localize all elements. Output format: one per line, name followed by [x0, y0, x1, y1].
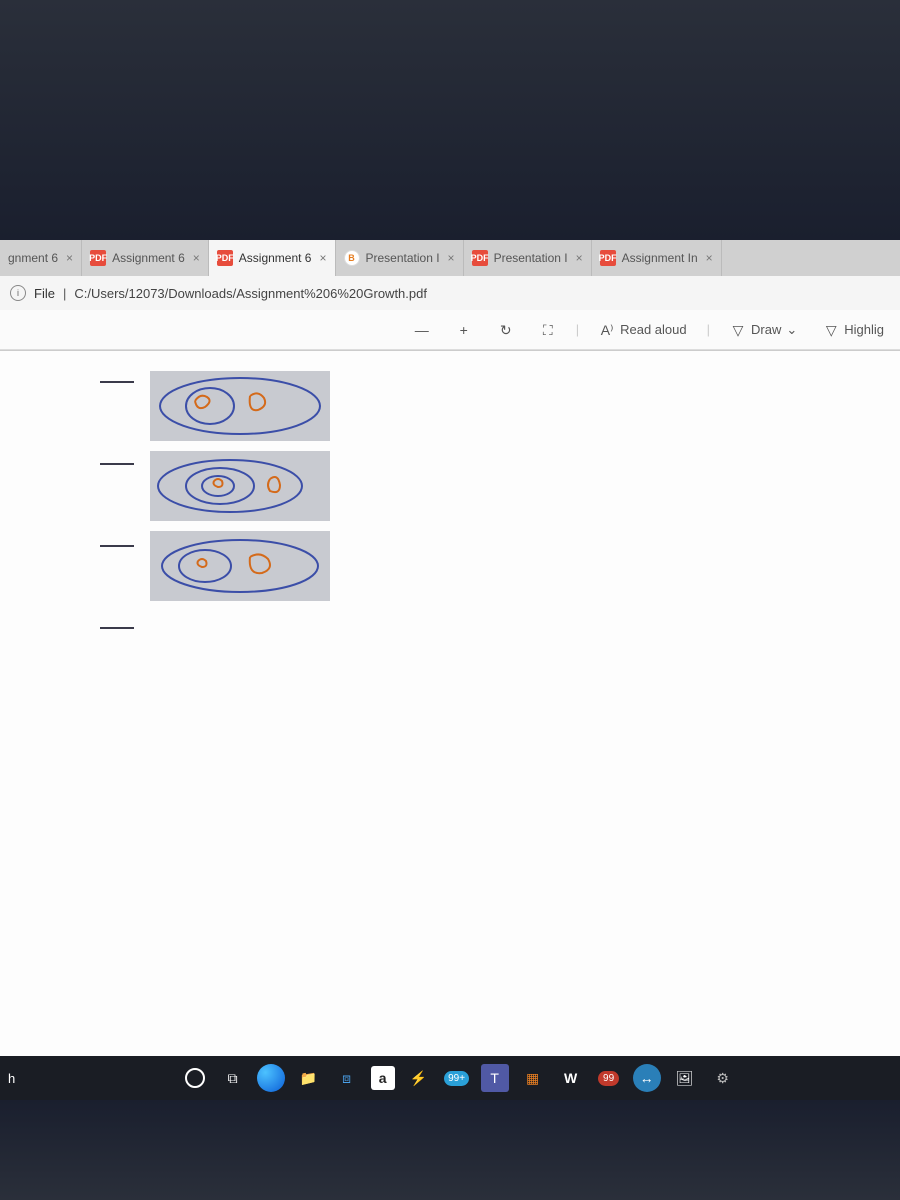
fit-page-button[interactable]: ⛶	[534, 318, 562, 342]
tab-presentation-b[interactable]: PDF Presentation I ×	[464, 240, 592, 276]
grid-icon[interactable]: ▦	[519, 1064, 547, 1092]
cortana-icon[interactable]	[181, 1064, 209, 1092]
teams-icon[interactable]: 99+	[443, 1064, 471, 1092]
toolbar-separator: |	[707, 322, 710, 337]
tab-assignment-6-a[interactable]: PDF Assignment 6 ×	[82, 240, 209, 276]
pdf-icon: PDF	[600, 250, 616, 266]
browser-window: gnment 6 × PDF Assignment 6 × PDF Assign…	[0, 240, 900, 1100]
url-path: C:/Users/12073/Downloads/Assignment%206%…	[74, 286, 427, 301]
zoom-in-button[interactable]: +	[450, 318, 478, 342]
site-info-icon[interactable]: i	[10, 285, 26, 301]
fit-icon: ⛶	[540, 322, 556, 338]
tab-strip: gnment 6 × PDF Assignment 6 × PDF Assign…	[0, 240, 900, 276]
close-icon[interactable]: ×	[576, 251, 583, 265]
file-explorer-icon[interactable]: 📁	[295, 1064, 323, 1092]
winamp-icon[interactable]: ⚡	[405, 1064, 433, 1092]
url-separator: |	[63, 286, 66, 301]
sync-icon[interactable]: ↔	[633, 1064, 661, 1092]
tab-label: Assignment 6	[112, 251, 185, 265]
browser-chrome: gnment 6 × PDF Assignment 6 × PDF Assign…	[0, 240, 900, 351]
tab-label: Assignment 6	[239, 251, 312, 265]
tab-assignment-6-active[interactable]: PDF Assignment 6 ×	[209, 240, 336, 276]
pdf-icon: PDF	[217, 250, 233, 266]
rotate-icon: ↻	[498, 322, 514, 338]
zoom-out-button[interactable]: —	[408, 318, 436, 342]
close-icon[interactable]: ×	[448, 251, 455, 265]
notification-icon[interactable]: 99	[595, 1064, 623, 1092]
tab-label: Assignment In	[622, 251, 698, 265]
highlight-icon: ▽	[823, 322, 839, 338]
badge-count: 99	[598, 1071, 619, 1086]
address-bar[interactable]: i File | C:/Users/12073/Downloads/Assign…	[0, 276, 900, 310]
badge-count: 99+	[444, 1071, 469, 1086]
close-icon[interactable]: ×	[319, 251, 326, 265]
diagram-row-3	[150, 531, 330, 601]
blackboard-icon: B	[344, 250, 360, 266]
edge-icon[interactable]	[257, 1064, 285, 1092]
photos-icon[interactable]: 🖼	[671, 1064, 699, 1092]
chevron-down-icon: ⌄	[786, 322, 797, 338]
rotate-button[interactable]: ↻	[492, 318, 520, 342]
tab-presentation-a[interactable]: B Presentation I ×	[336, 240, 464, 276]
tab-label: Presentation I	[366, 251, 440, 265]
tab-assignment-in[interactable]: PDF Assignment In ×	[592, 240, 722, 276]
toolbar-separator: |	[576, 322, 579, 337]
read-aloud-icon: A⁾	[599, 322, 615, 338]
minus-icon: —	[414, 322, 430, 338]
close-icon[interactable]: ×	[193, 251, 200, 265]
word-icon[interactable]: W	[557, 1064, 585, 1092]
draw-icon: ▽	[730, 322, 746, 338]
pdf-icon: PDF	[90, 250, 106, 266]
diagram-row-2	[150, 451, 330, 521]
settings-icon[interactable]: ⚙	[709, 1064, 737, 1092]
close-icon[interactable]: ×	[66, 251, 73, 265]
diagram-row-1	[150, 371, 330, 441]
highlight-label: Highlig	[844, 322, 884, 337]
pdf-toolbar: — + ↻ ⛶ | A⁾ Read aloud | ▽ Draw ⌄	[0, 310, 900, 350]
url-scheme: File	[34, 286, 55, 301]
windows-taskbar[interactable]: h ⧉ 📁 ⧈ a ⚡ 99+ T ▦ W 99 ↔ 🖼 ⚙	[0, 1056, 900, 1100]
read-aloud-button[interactable]: A⁾ Read aloud	[593, 318, 693, 342]
app-icon[interactable]: T	[481, 1064, 509, 1092]
draw-button[interactable]: ▽ Draw ⌄	[724, 318, 803, 342]
amazon-icon[interactable]: a	[371, 1066, 395, 1090]
search-fragment[interactable]: h	[8, 1071, 15, 1086]
pdf-content[interactable]	[0, 351, 900, 1100]
plus-icon: +	[456, 322, 472, 338]
tab-label: Presentation I	[494, 251, 568, 265]
margin-lines	[100, 381, 134, 709]
tab-assignment-6-partial[interactable]: gnment 6 ×	[0, 240, 82, 276]
task-view-icon[interactable]: ⧉	[219, 1064, 247, 1092]
highlight-button[interactable]: ▽ Highlig	[817, 318, 890, 342]
pdf-icon: PDF	[472, 250, 488, 266]
read-aloud-label: Read aloud	[620, 322, 687, 337]
dropbox-icon[interactable]: ⧈	[333, 1064, 361, 1092]
draw-label: Draw	[751, 322, 781, 337]
close-icon[interactable]: ×	[706, 251, 713, 265]
tab-label: gnment 6	[8, 251, 58, 265]
diagram-column	[150, 371, 330, 601]
